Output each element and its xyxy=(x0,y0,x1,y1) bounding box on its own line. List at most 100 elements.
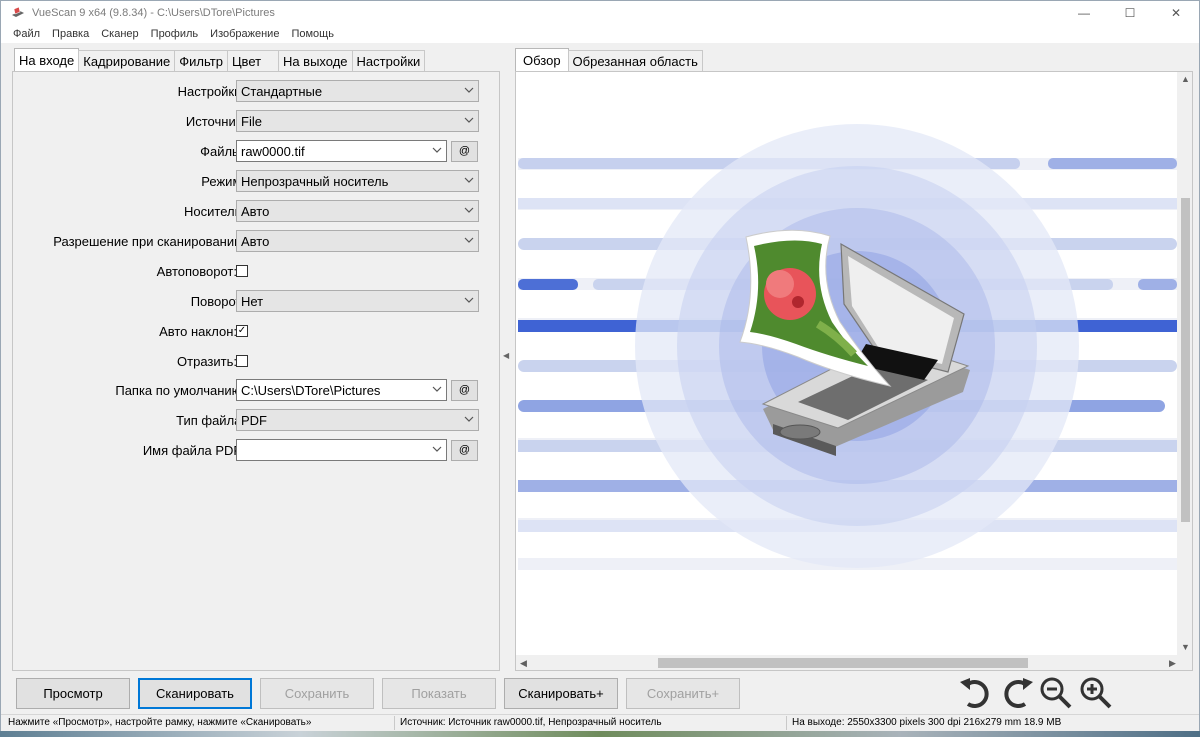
minimize-button[interactable]: — xyxy=(1061,1,1107,25)
mirror-checkbox[interactable] xyxy=(236,355,248,367)
pdf-name-browse-button[interactable]: @ xyxy=(451,439,478,461)
desktop-background xyxy=(0,731,1200,737)
status-bar: Нажмите «Просмотр», настройте рамку, наж… xyxy=(1,714,1199,731)
tab-color[interactable]: Цвет xyxy=(226,50,279,71)
default-folder-browse-button[interactable]: @ xyxy=(451,379,478,401)
tab-output[interactable]: На выходе xyxy=(277,50,353,71)
preview-button[interactable]: Просмотр xyxy=(16,678,130,709)
settings-select[interactable]: Стандартные xyxy=(236,80,479,102)
file-type-select[interactable]: PDF xyxy=(236,409,479,431)
input-settings-panel: Настройки: Стандартные Источник: File Фа… xyxy=(12,71,500,671)
menu-scanner[interactable]: Сканер xyxy=(95,28,144,40)
horizontal-scroll-thumb[interactable] xyxy=(658,658,1028,668)
scroll-left-icon[interactable]: ◀ xyxy=(520,658,527,669)
resolution-row: Разрешение при сканировании: Авто xyxy=(13,230,501,252)
resolution-select[interactable]: Авто xyxy=(236,230,479,252)
zoom-out-icon[interactable] xyxy=(1037,674,1075,712)
zoom-in-icon[interactable] xyxy=(1077,674,1115,712)
deskew-row: Авто наклон: ✓ xyxy=(13,320,501,342)
scan-button[interactable]: Сканировать xyxy=(138,678,252,709)
title-bar: VueScan 9 x64 (9.8.34) - C:\Users\DTore\… xyxy=(1,1,1199,25)
source-select[interactable]: File xyxy=(236,110,479,132)
file-type-label: Тип файла: xyxy=(176,412,245,428)
default-folder-row: Папка по умолчанию: C:\Users\DTore\Pictu… xyxy=(13,379,501,401)
chevron-down-icon xyxy=(464,297,474,303)
menu-image[interactable]: Изображение xyxy=(204,28,285,40)
preview-canvas[interactable] xyxy=(518,74,1177,656)
default-folder-value: C:\Users\DTore\Pictures xyxy=(241,382,381,398)
default-folder-label: Папка по умолчанию: xyxy=(115,382,245,398)
preview-panel: ▲ ▼ ◀ ▶ xyxy=(515,71,1193,671)
media-value: Авто xyxy=(241,203,270,219)
maximize-button[interactable]: ☐ xyxy=(1107,1,1153,25)
chevron-down-icon xyxy=(432,147,442,153)
source-row: Источник: File xyxy=(13,110,501,132)
autorotate-checkbox[interactable] xyxy=(236,265,248,277)
menu-bar: Файл Правка Сканер Профиль Изображение П… xyxy=(1,25,1199,43)
mode-value: Непрозрачный носитель xyxy=(241,173,389,189)
scroll-right-icon[interactable]: ▶ xyxy=(1169,658,1176,669)
files-browse-button[interactable]: @ xyxy=(451,140,478,162)
file-type-row: Тип файла: PDF xyxy=(13,409,501,431)
tab-cropped-area[interactable]: Обрезанная область xyxy=(567,50,703,71)
chevron-down-icon xyxy=(464,177,474,183)
files-combo[interactable]: raw0000.tif xyxy=(236,140,447,162)
rotate-right-icon[interactable] xyxy=(999,674,1037,712)
media-row: Носитель: Авто xyxy=(13,200,501,222)
rotation-select[interactable]: Нет xyxy=(236,290,479,312)
mirror-label: Отразить: xyxy=(177,353,237,369)
show-button[interactable]: Показать xyxy=(382,678,496,709)
chevron-down-icon xyxy=(464,87,474,93)
settings-label: Настройки: xyxy=(177,83,245,99)
deskew-checkbox[interactable]: ✓ xyxy=(236,325,248,337)
menu-help[interactable]: Помощь xyxy=(285,28,340,40)
left-tab-strip: На входе Кадрирование Фильтр Цвет На вых… xyxy=(14,48,426,71)
rotate-left-icon[interactable] xyxy=(956,674,994,712)
menu-file[interactable]: Файл xyxy=(7,28,46,40)
menu-edit[interactable]: Правка xyxy=(46,28,95,40)
vuescan-app-icon xyxy=(12,6,24,17)
chevron-down-icon xyxy=(432,446,442,452)
mode-row: Режим: Непрозрачный носитель xyxy=(13,170,501,192)
vuescan-window: VueScan 9 x64 (9.8.34) - C:\Users\DTore\… xyxy=(0,0,1200,731)
status-divider xyxy=(786,716,787,730)
pdf-name-label: Имя файла PDF: xyxy=(142,442,245,458)
close-button[interactable]: ✕ xyxy=(1153,1,1199,25)
status-hint: Нажмите «Просмотр», настройте рамку, наж… xyxy=(8,717,312,728)
default-folder-combo[interactable]: C:\Users\DTore\Pictures xyxy=(236,379,447,401)
files-value: raw0000.tif xyxy=(241,143,305,159)
tab-crop[interactable]: Кадрирование xyxy=(78,50,176,71)
tab-prefs[interactable]: Настройки xyxy=(351,50,426,71)
chevron-down-icon xyxy=(464,117,474,123)
autorotate-row: Автоповорот: xyxy=(13,260,501,282)
right-tab-strip: Обзор Обрезанная область xyxy=(515,48,703,71)
settings-value: Стандартные xyxy=(241,83,323,99)
vertical-scroll-thumb[interactable] xyxy=(1181,198,1190,522)
save-plus-button[interactable]: Сохранить+ xyxy=(626,678,740,709)
chevron-down-icon xyxy=(464,207,474,213)
tab-input[interactable]: На входе xyxy=(14,48,80,71)
mode-select[interactable]: Непрозрачный носитель xyxy=(236,170,479,192)
tab-filter[interactable]: Фильтр xyxy=(174,50,228,71)
rotation-value: Нет xyxy=(241,293,264,309)
resolution-value: Авто xyxy=(241,233,270,249)
pdf-name-combo[interactable] xyxy=(236,439,447,461)
status-divider xyxy=(394,716,395,730)
media-select[interactable]: Авто xyxy=(236,200,479,222)
scan-plus-button[interactable]: Сканировать+ xyxy=(504,678,618,709)
resolution-label: Разрешение при сканировании: xyxy=(53,233,245,249)
tab-preview[interactable]: Обзор xyxy=(515,48,569,71)
chevron-down-icon xyxy=(464,237,474,243)
menu-profile[interactable]: Профиль xyxy=(145,28,205,40)
scroll-up-icon[interactable]: ▲ xyxy=(1181,74,1190,84)
preview-horizontal-scrollbar[interactable]: ◀ ▶ xyxy=(516,655,1192,670)
save-button[interactable]: Сохранить xyxy=(260,678,374,709)
scroll-down-icon[interactable]: ▼ xyxy=(1181,642,1190,652)
file-type-value: PDF xyxy=(241,412,267,428)
panel-splitter-arrow-icon[interactable]: ◀ xyxy=(503,351,509,360)
window-title: VueScan 9 x64 (9.8.34) - C:\Users\DTore\… xyxy=(32,7,275,19)
chevron-down-icon xyxy=(432,386,442,392)
chevron-down-icon xyxy=(464,416,474,422)
deskew-label: Авто наклон: xyxy=(159,323,237,339)
preview-vertical-scrollbar[interactable]: ▲ ▼ xyxy=(1177,72,1192,656)
